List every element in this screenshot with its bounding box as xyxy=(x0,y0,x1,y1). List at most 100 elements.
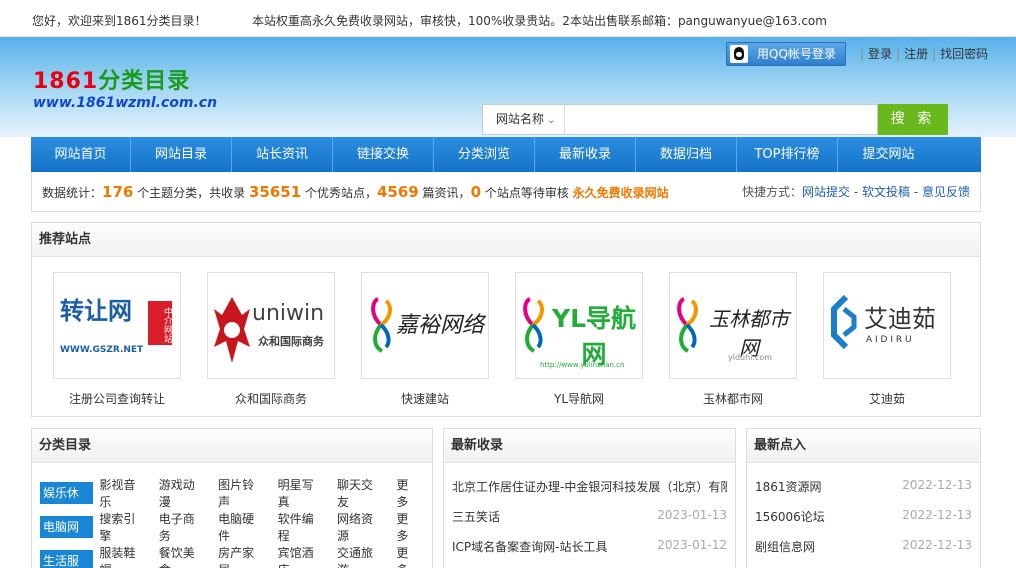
qq-login-button[interactable]: 用QQ帐号登录 xyxy=(726,42,846,66)
aidiru-mark-icon xyxy=(831,295,857,349)
newest-panel: 最新收录 北京工作居住证办理-中金银河科技发展（北京）有限公司 三五笑话 202… xyxy=(443,428,736,568)
category-link[interactable]: 宾馆酒店 xyxy=(278,544,325,568)
quick-link-submit[interactable]: 网站提交 xyxy=(802,185,850,199)
site-logo-image[interactable]: 艾迪茹 A I D I R U xyxy=(823,272,951,379)
category-link[interactable]: 软件编程 xyxy=(278,510,325,544)
quick-link-article[interactable]: 软文投稿 xyxy=(862,185,910,199)
list-item-name[interactable]: 156006论坛 xyxy=(755,510,825,524)
recommended-site[interactable]: 玉林都市网 ylduhi.com 玉林都市网 xyxy=(669,272,797,407)
logo-art-subtext: http://www.yulinzhan.cn xyxy=(540,361,625,369)
list-item-date: 2022-12-13 xyxy=(896,478,972,492)
category-link[interactable]: 影视音乐 xyxy=(99,476,146,510)
logo-art-text: 艾迪茹 xyxy=(864,305,936,333)
free-listing-text: 永久免费收录网站 xyxy=(572,186,669,200)
list-item-date: 2022-12-13 xyxy=(896,508,972,522)
site-logo-image[interactable]: 玉林都市网 ylduhi.com xyxy=(669,272,797,379)
logo-art-tag: 中介网站 xyxy=(148,301,172,345)
category-link[interactable]: 游戏动漫 xyxy=(159,476,206,510)
list-item[interactable]: ICP域名备案查询网-站长工具 2023-01-12 xyxy=(452,538,727,555)
recommended-title: 推荐站点 xyxy=(32,223,980,257)
category-link[interactable]: 电脑硬件 xyxy=(218,510,265,544)
search-bar: 网站名称 ⌄ 搜 索 xyxy=(482,104,948,135)
list-item[interactable]: 三五笑话 2023-01-13 xyxy=(452,508,727,525)
category-link[interactable]: 服装鞋帽 xyxy=(99,544,146,568)
category-link[interactable]: 房产家居 xyxy=(218,544,265,568)
login-link[interactable]: 登录 xyxy=(868,47,892,61)
nav-item-link-exchange[interactable]: 链接交换 xyxy=(333,137,434,172)
category-tag[interactable]: 电脑网络 xyxy=(40,516,94,556)
category-link[interactable]: 餐饮美食 xyxy=(159,544,206,568)
stat-pending-suffix: 个站点等待审核 xyxy=(481,186,573,200)
nav-item-top[interactable]: TOP排行榜 xyxy=(737,137,838,172)
recommended-site[interactable]: 艾迪茹 A I D I R U 艾迪茹 xyxy=(823,272,951,407)
search-button[interactable]: 搜 索 xyxy=(878,104,948,135)
category-link[interactable]: 聊天交友 xyxy=(337,476,384,510)
recommended-site[interactable]: YL导航网 http://www.yulinzhan.cn YL导航网 xyxy=(515,272,643,407)
site-name[interactable]: YL导航网 xyxy=(515,390,643,407)
categories-panel: 分类目录 娱乐休闲 影视音乐 游戏动漫 图片铃声 明星写真 聊天交友 更多 电脑… xyxy=(31,428,433,568)
category-row: 生活服务 服装鞋帽 餐饮美食 房产家居 宾馆酒店 交通旅游 更多 xyxy=(40,544,432,568)
nav-item-home[interactable]: 网站首页 xyxy=(31,137,131,172)
nav-item-latest[interactable]: 最新收录 xyxy=(535,137,636,172)
site-logo-image[interactable]: 嘉裕网络 xyxy=(361,272,489,379)
quick-link-feedback[interactable]: 意见反馈 xyxy=(922,185,970,199)
site-name[interactable]: 艾迪茹 xyxy=(823,390,951,407)
nav-item-news[interactable]: 站长资讯 xyxy=(232,137,333,172)
category-more-link[interactable]: 更多 xyxy=(396,510,420,544)
site-name[interactable]: 众和国际商务 xyxy=(207,390,335,407)
list-item-name[interactable]: 1861资源网 xyxy=(755,480,822,494)
uniwin-mark-icon xyxy=(214,297,250,363)
list-item[interactable]: 1861资源网 2022-12-13 xyxy=(755,478,972,495)
category-tag[interactable]: 生活服务 xyxy=(40,550,94,568)
list-item[interactable]: 156006论坛 2022-12-13 xyxy=(755,508,972,525)
category-link[interactable]: 交通旅游 xyxy=(337,544,384,568)
nav-item-directory[interactable]: 网站目录 xyxy=(131,137,232,172)
category-link[interactable]: 明星写真 xyxy=(278,476,325,510)
swirl-logo-icon xyxy=(371,297,392,353)
nav-item-archive[interactable]: 数据归档 xyxy=(636,137,737,172)
list-item-name[interactable]: 剧组信息网 xyxy=(755,540,815,554)
category-link[interactable]: 网络资源 xyxy=(337,510,384,544)
list-item-date: 2023-01-12 xyxy=(651,538,727,552)
site-name[interactable]: 玉林都市网 xyxy=(669,390,797,407)
category-row: 娱乐休闲 影视音乐 游戏动漫 图片铃声 明星写真 聊天交友 更多 xyxy=(40,476,432,522)
site-logo[interactable]: 1861分类目录 xyxy=(33,63,190,95)
newest-title: 最新收录 xyxy=(444,429,735,463)
swirl-logo-icon xyxy=(523,297,544,353)
swirl-logo-icon xyxy=(677,297,698,353)
site-name[interactable]: 注册公司查询转让 xyxy=(53,390,181,407)
site-notice: 本站权重高永久免费收录网站，审核快，100%收录贵站。2本站出售联系邮箱：pan… xyxy=(252,14,827,28)
category-link[interactable]: 搜索引擎 xyxy=(99,510,146,544)
main-nav: 网站首页 网站目录 站长资讯 链接交换 分类浏览 最新收录 数据归档 TOP排行… xyxy=(31,137,981,172)
search-input[interactable] xyxy=(564,104,878,135)
stat-articles: 4569 xyxy=(376,183,419,201)
site-logo-image[interactable]: uniwin 众和国际商务 xyxy=(207,272,335,379)
recommended-site[interactable]: 转让网 WWW.GSZR.NET 中介网站 注册公司查询转让 xyxy=(53,272,181,407)
recover-password-link[interactable]: 找回密码 xyxy=(940,47,988,61)
stats-bar: 数据统计：176 个主题分类，共收录 35651 个优秀站点，4569 篇资讯，… xyxy=(31,172,981,212)
list-item-date: 2022-12-13 xyxy=(896,538,972,552)
list-item[interactable]: 剧组信息网 2022-12-13 xyxy=(755,538,972,555)
search-type-select[interactable]: 网站名称 ⌄ xyxy=(482,104,564,135)
list-item-name[interactable]: 北京工作居住证办理-中金银河科技发展（北京）有限公司 xyxy=(452,480,727,494)
top-bar: 您好，欢迎来到1861分类目录！ 本站权重高永久免费收录网站，审核快，100%收… xyxy=(0,0,1016,37)
category-more-link[interactable]: 更多 xyxy=(396,476,420,510)
site-logo-image[interactable]: 转让网 WWW.GSZR.NET 中介网站 xyxy=(53,272,181,379)
stat-categories: 176 xyxy=(102,183,134,201)
category-tag[interactable]: 娱乐休闲 xyxy=(40,482,94,522)
category-link[interactable]: 电子商务 xyxy=(159,510,206,544)
logo-text: 分类目录 xyxy=(98,69,191,94)
nav-item-submit[interactable]: 提交网站 xyxy=(838,137,939,172)
list-item-name[interactable]: 三五笑话 xyxy=(452,510,500,524)
category-link[interactable]: 图片铃声 xyxy=(218,476,265,510)
category-row: 电脑网络 搜索引擎 电子商务 电脑硬件 软件编程 网络资源 更多 xyxy=(40,510,432,556)
category-more-link[interactable]: 更多 xyxy=(396,544,420,568)
list-item[interactable]: 北京工作居住证办理-中金银河科技发展（北京）有限公司 xyxy=(452,478,727,495)
recommended-site[interactable]: uniwin 众和国际商务 众和国际商务 xyxy=(207,272,335,407)
site-name[interactable]: 快速建站 xyxy=(361,390,489,407)
list-item-name[interactable]: ICP域名备案查询网-站长工具 xyxy=(452,540,608,554)
recommended-site[interactable]: 嘉裕网络 快速建站 xyxy=(361,272,489,407)
nav-item-categories[interactable]: 分类浏览 xyxy=(434,137,535,172)
register-link[interactable]: 注册 xyxy=(904,47,928,61)
site-logo-image[interactable]: YL导航网 http://www.yulinzhan.cn xyxy=(515,272,643,379)
